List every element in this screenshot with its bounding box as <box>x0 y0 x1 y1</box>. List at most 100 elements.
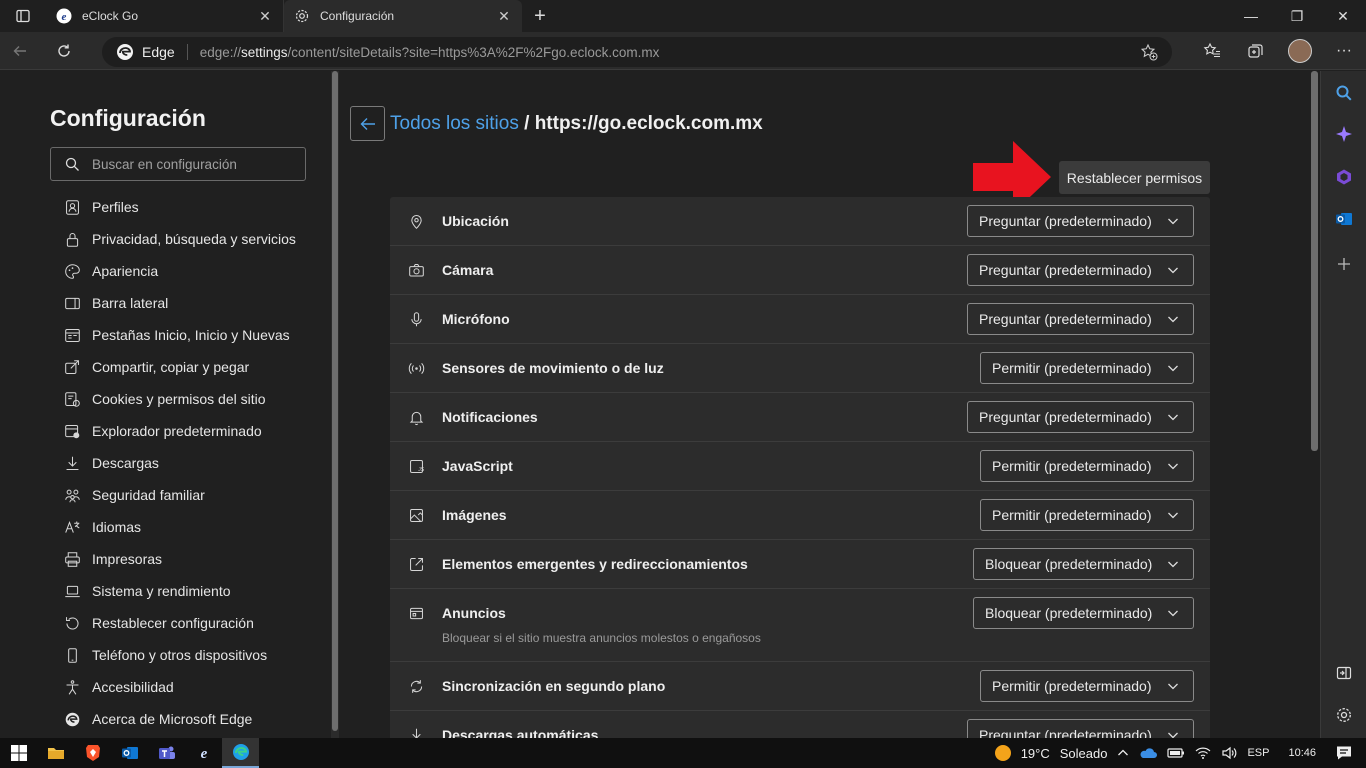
close-window-button[interactable]: ✕ <box>1320 0 1366 32</box>
taskbar-edge[interactable] <box>222 738 259 768</box>
sidebar-item-perfiles[interactable]: Perfiles <box>62 191 296 223</box>
sidebar-item-label: Barra lateral <box>92 295 169 311</box>
bell-icon <box>406 407 426 427</box>
profile-icon <box>62 197 82 217</box>
sidebar-outlook-button[interactable] <box>1321 201 1366 237</box>
chevron-down-icon <box>1153 509 1193 521</box>
search-box[interactable] <box>50 147 306 181</box>
taskbar-brave[interactable] <box>74 738 111 768</box>
permission-select[interactable]: Preguntar (predeterminado) <box>967 254 1194 286</box>
permission-select[interactable]: Preguntar (predeterminado) <box>967 205 1194 237</box>
site-details: Todos los sitios / https://go.eclock.com… <box>340 71 1308 738</box>
battery-icon[interactable] <box>1162 747 1190 759</box>
taskbar-file-explorer[interactable] <box>37 738 74 768</box>
tab-configuracion[interactable]: Configuración ✕ <box>284 0 522 32</box>
permission-select[interactable]: Permitir (predeterminado) <box>980 450 1194 482</box>
permission-select[interactable]: Permitir (predeterminado) <box>980 670 1194 702</box>
nav-scrollbar[interactable] <box>331 71 339 738</box>
favorites-icon <box>1203 42 1220 58</box>
phone-icon <box>62 645 82 665</box>
close-tab-icon[interactable]: ✕ <box>257 8 273 25</box>
refresh-icon <box>58 44 70 57</box>
back-to-all-sites-button[interactable] <box>350 106 385 141</box>
sidebar-office-button[interactable] <box>1321 159 1366 195</box>
taskbar-teams[interactable] <box>148 738 185 768</box>
sidebar-add-button[interactable] <box>1321 246 1366 282</box>
sidebar-item-sistema-y-rendimiento[interactable]: Sistema y rendimiento <box>62 575 296 607</box>
start-button[interactable] <box>0 738 37 768</box>
sidebar-hide-button[interactable] <box>1321 655 1366 691</box>
permission-select-value: Permitir (predeterminado) <box>992 458 1152 474</box>
sidebar-item-acerca-de-microsoft-edge[interactable]: Acerca de Microsoft Edge <box>62 703 296 735</box>
sidebar-item-impresoras[interactable]: Impresoras <box>62 543 296 575</box>
collections-button[interactable] <box>1234 32 1278 70</box>
volume-icon[interactable] <box>1216 746 1242 760</box>
sidebar-item-seguridad-familiar[interactable]: Seguridad familiar <box>62 479 296 511</box>
favorites-button[interactable] <box>1190 32 1234 70</box>
more-icon: ··· <box>1336 42 1352 59</box>
permission-select-value: Permitir (predeterminado) <box>992 678 1152 694</box>
more-menu-button[interactable]: ··· <box>1322 32 1366 70</box>
permission-select[interactable]: Permitir (predeterminado) <box>980 499 1194 531</box>
minimize-button[interactable]: — <box>1228 0 1274 32</box>
permission-select[interactable]: Bloquear (predeterminado) <box>973 597 1194 629</box>
taskbar-eclock[interactable]: e <box>185 738 222 768</box>
close-tab-icon[interactable]: ✕ <box>496 8 512 25</box>
weather-widget[interactable]: 19°C Soleado <box>988 743 1113 763</box>
office-icon <box>1337 169 1351 185</box>
new-tab-button[interactable]: + <box>522 0 558 32</box>
edge-badge: Edge <box>116 44 188 60</box>
url-text: edge://settings/content/siteDetails?site… <box>199 44 660 60</box>
chevron-down-icon <box>1153 680 1193 692</box>
tab-actions-button[interactable] <box>0 0 46 32</box>
settings-nav-list: Perfiles Privacidad, búsqueda y servicios… <box>62 191 296 735</box>
all-sites-link[interactable]: Todos los sitios <box>390 113 519 134</box>
sidebar-settings-button[interactable] <box>1321 697 1366 733</box>
sidebar-item-barra-lateral[interactable]: Barra lateral <box>62 287 296 319</box>
permission-select[interactable]: Permitir (predeterminado) <box>980 352 1194 384</box>
sidebar-item-label: Restablecer configuración <box>92 615 254 631</box>
onedrive-icon[interactable] <box>1134 747 1162 759</box>
sidebar-item-privacidad-busqueda-y-servicios[interactable]: Privacidad, búsqueda y servicios <box>62 223 296 255</box>
sidebar-item-idiomas[interactable]: Idiomas <box>62 511 296 543</box>
sidebar-item-pestanas-inicio-inicio-y-nuevas[interactable]: Pestañas Inicio, Inicio y Nuevas <box>62 319 296 351</box>
notifications-button[interactable] <box>1330 745 1366 761</box>
maximize-button[interactable]: ❐ <box>1274 0 1320 32</box>
taskbar-outlook[interactable] <box>111 738 148 768</box>
chevron-down-icon <box>1153 460 1193 472</box>
back-button[interactable] <box>0 32 40 70</box>
language-indicator[interactable]: ESP <box>1242 747 1274 759</box>
eclock-icon: e <box>200 746 207 762</box>
sidebar-item-compartir-copiar-y-pegar[interactable]: Compartir, copiar y pegar <box>62 351 296 383</box>
omnibox[interactable]: Edge edge://settings/content/siteDetails… <box>102 37 1172 67</box>
clock[interactable]: 10:46 <box>1274 747 1330 759</box>
profile-button[interactable] <box>1278 32 1322 70</box>
permission-select[interactable]: Preguntar (predeterminado) <box>967 719 1194 738</box>
sidebar-item-explorador-predeterminado[interactable]: Explorador predeterminado <box>62 415 296 447</box>
sidebar-copilot-button[interactable] <box>1321 116 1366 152</box>
wifi-icon[interactable] <box>1190 746 1216 760</box>
sidebar-item-accesibilidad[interactable]: Accesibilidad <box>62 671 296 703</box>
permission-select[interactable]: Preguntar (predeterminado) <box>967 401 1194 433</box>
tab-eclock[interactable]: e eClock Go ✕ <box>46 0 284 32</box>
permission-select[interactable]: Preguntar (predeterminado) <box>967 303 1194 335</box>
sidebar-item-cookies-y-permisos-del-sitio[interactable]: Cookies y permisos del sitio <box>62 383 296 415</box>
sidebar-item-descargas[interactable]: Descargas <box>62 447 296 479</box>
permission-select[interactable]: Bloquear (predeterminado) <box>973 548 1194 580</box>
search-input[interactable] <box>92 156 292 172</box>
chevron-down-icon <box>1153 264 1193 276</box>
reset-permissions-button[interactable]: Restablecer permisos <box>1059 161 1210 194</box>
sidebar-item-telefono-y-otros-dispositivos[interactable]: Teléfono y otros dispositivos <box>62 639 296 671</box>
sidebar-item-restablecer-configuracion[interactable]: Restablecer configuración <box>62 607 296 639</box>
sidebar-search-button[interactable] <box>1321 75 1366 111</box>
page-scrollbar[interactable] <box>1309 71 1320 738</box>
refresh-button[interactable] <box>44 32 84 70</box>
weather-text: Soleado <box>1059 745 1108 761</box>
chevron-down-icon <box>1153 558 1193 570</box>
brave-icon <box>85 745 100 761</box>
eclock-favicon-icon: e <box>56 8 72 24</box>
sidebar-item-apariencia[interactable]: Apariencia <box>62 255 296 287</box>
edge-icon <box>232 744 249 760</box>
add-favorite-icon[interactable] <box>1140 43 1158 64</box>
show-hidden-icons[interactable] <box>1112 747 1134 759</box>
